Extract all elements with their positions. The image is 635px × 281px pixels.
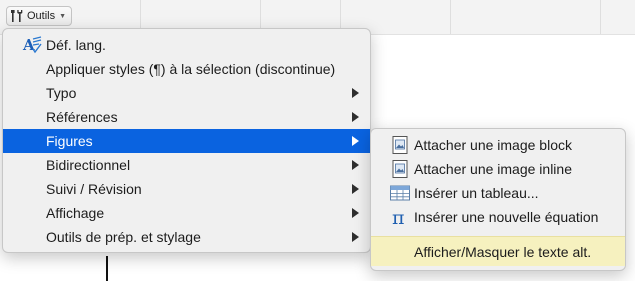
menu-item-references[interactable]: Références [3,105,370,129]
submenu-item-insert-table[interactable]: Insérer un tableau... [371,181,625,205]
table-icon [390,185,410,201]
submenu-item-label: Insérer un tableau... [414,185,539,201]
submenu-arrow-icon [352,136,359,146]
submenu-arrow-icon [352,184,359,194]
menu-item-display[interactable]: Affichage [3,201,370,225]
submenu-item-insert-equation[interactable]: π Insérer une nouvelle équation [371,205,625,229]
image-block-icon [392,136,408,154]
tools-menu-label: Outils [27,10,56,22]
submenu-arrow-icon [352,112,359,122]
pi-icon: π [392,207,405,227]
submenu-item-attach-image-block[interactable]: Attacher une image block [371,133,625,157]
wrench-screwdriver-icon [11,10,23,22]
menu-item-label: Affichage [46,205,105,221]
menu-item-figures[interactable]: Figures [3,129,370,153]
menu-item-label: Suivi / Révision [46,181,142,197]
menu-item-typo[interactable]: Typo [3,81,370,105]
submenu-item-attach-image-inline[interactable]: Attacher une image inline [371,157,625,181]
text-cursor [106,256,108,281]
menu-item-label: Références [46,109,118,125]
submenu-arrow-icon [352,208,359,218]
menu-item-prep-tools[interactable]: Outils de prép. et stylage [3,225,370,249]
submenu-item-label: Attacher une image block [414,137,572,153]
image-inline-icon [392,160,408,178]
svg-text:π: π [392,207,405,227]
submenu-arrow-icon [352,232,359,242]
chevron-down-icon: ▼ [59,12,67,20]
spellcheck-icon: A [22,36,42,54]
submenu-item-label: Attacher une image inline [414,161,572,177]
menu-item-label: Appliquer styles (¶) à la sélection (dis… [46,61,336,77]
menu-item-apply-styles[interactable]: Appliquer styles (¶) à la sélection (dis… [3,57,370,81]
tools-menu-button[interactable]: Outils ▼ [6,6,73,26]
submenu-arrow-icon [352,160,359,170]
menu-item-track-changes[interactable]: Suivi / Révision [3,177,370,201]
submenu-item-toggle-alt-text[interactable]: Afficher/Masquer le texte alt. [371,236,625,266]
menu-item-label: Bidirectionnel [46,157,131,173]
menu-item-set-language[interactable]: A Déf. lang. [3,33,370,57]
menu-item-label: Outils de prép. et stylage [46,229,201,245]
menu-item-label: Typo [46,85,77,101]
toolbar-divider [450,0,451,34]
submenu-item-label: Afficher/Masquer le texte alt. [414,243,592,260]
figures-submenu: Attacher une image block Attacher une im… [370,128,626,271]
toolbar-divider [600,0,601,34]
menu-item-label: Déf. lang. [46,37,106,53]
submenu-item-label: Insérer une nouvelle équation [414,209,599,225]
menu-item-bidirectional[interactable]: Bidirectionnel [3,153,370,177]
menu-item-label: Figures [46,133,93,149]
submenu-arrow-icon [352,88,359,98]
tools-dropdown-menu: A Déf. lang. Appliquer styles (¶) à la s… [2,28,371,253]
